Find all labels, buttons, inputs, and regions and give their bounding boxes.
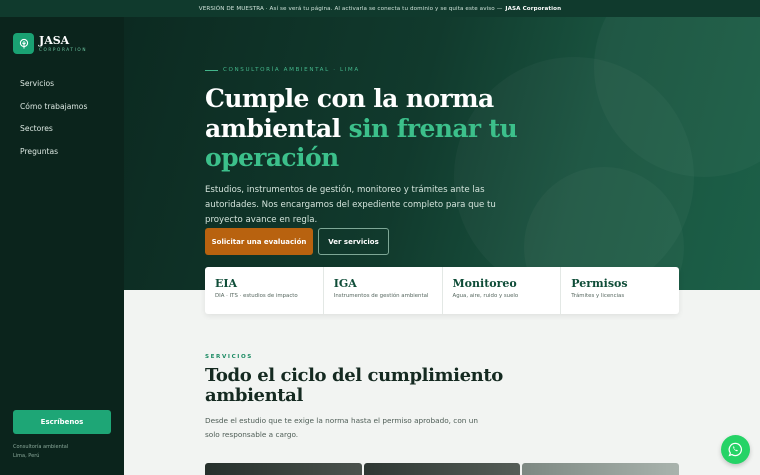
view-services-button[interactable]: Ver servicios <box>318 228 389 255</box>
hero-eyebrow-text: CONSULTORÍA AMBIENTAL · LIMA <box>223 67 360 73</box>
banner-text: VERSIÓN DE MUESTRA · Así se verá tu pági… <box>198 5 503 12</box>
sidebar-footer: Consultoría ambiental Lima, Perú <box>13 443 68 460</box>
logo-subtitle: CORPORATION <box>39 47 88 52</box>
request-evaluation-button[interactable]: Solicitar una evaluación <box>205 228 313 255</box>
service-photo <box>205 463 362 475</box>
card-iga[interactable]: IGA Instrumentos de gestión ambiental <box>324 267 443 314</box>
nav-item-sectores[interactable]: Sectores <box>20 124 87 147</box>
logo[interactable]: JASA CORPORATION <box>13 33 87 54</box>
card-subtitle: DIA · ITS · estudios de impacto <box>215 293 298 299</box>
sidebar: JASA CORPORATION Servicios Cómo trabajam… <box>0 17 124 475</box>
logo-name: JASA <box>39 34 70 47</box>
footer-tagline: Consultoría ambiental <box>13 444 69 450</box>
card-title: IGA <box>333 277 357 290</box>
services-eyebrow: SERVICIOS <box>205 354 253 360</box>
eyebrow-line <box>205 69 218 71</box>
whatsapp-icon[interactable] <box>721 435 750 464</box>
card-subtitle: Instrumentos de gestión ambiental <box>333 293 429 299</box>
card-subtitle: Agua, aire, ruido y suelo <box>452 293 519 299</box>
footer-location: Lima, Perú <box>13 452 40 459</box>
card-title: Permisos <box>571 277 628 290</box>
service-cards: EIA DIA · ITS · estudios de impacto IGA … <box>205 267 679 314</box>
card-monitoreo[interactable]: Monitoreo Agua, aire, ruido y suelo <box>443 267 562 314</box>
service-photo <box>363 463 521 475</box>
card-eia[interactable]: EIA DIA · ITS · estudios de impacto <box>205 267 324 314</box>
sample-version-banner: VERSIÓN DE MUESTRA · Así se verá tu pági… <box>0 0 760 17</box>
hero-headline: Cumple con la norma ambiental sin frenar… <box>205 84 535 173</box>
nav-item-preguntas[interactable]: Preguntas <box>20 147 87 170</box>
service-photo <box>522 463 680 475</box>
contact-button[interactable]: Escríbenos <box>13 410 111 434</box>
sidebar-nav: Servicios Cómo trabajamos Sectores Pregu… <box>20 79 87 170</box>
nav-item-servicios[interactable]: Servicios <box>20 79 87 102</box>
card-title: EIA <box>215 277 238 290</box>
banner-brand: JASA Corporation <box>505 5 562 12</box>
services-title: Todo el ciclo del cumplimiento ambiental <box>205 365 503 406</box>
services-photo-strip <box>205 463 680 475</box>
hero-description: Estudios, instrumentos de gestión, monit… <box>205 185 496 225</box>
services-description: Desde el estudio que te exige la norma h… <box>205 416 478 439</box>
hero-eyebrow: CONSULTORÍA AMBIENTAL · LIMA <box>205 67 360 73</box>
nav-item-como-trabajamos[interactable]: Cómo trabajamos <box>20 102 87 125</box>
card-permisos[interactable]: Permisos Trámites y licencias <box>561 267 679 314</box>
card-title: Monitoreo <box>452 277 517 290</box>
card-subtitle: Trámites y licencias <box>571 293 625 299</box>
leaf-pin-icon <box>13 33 34 54</box>
